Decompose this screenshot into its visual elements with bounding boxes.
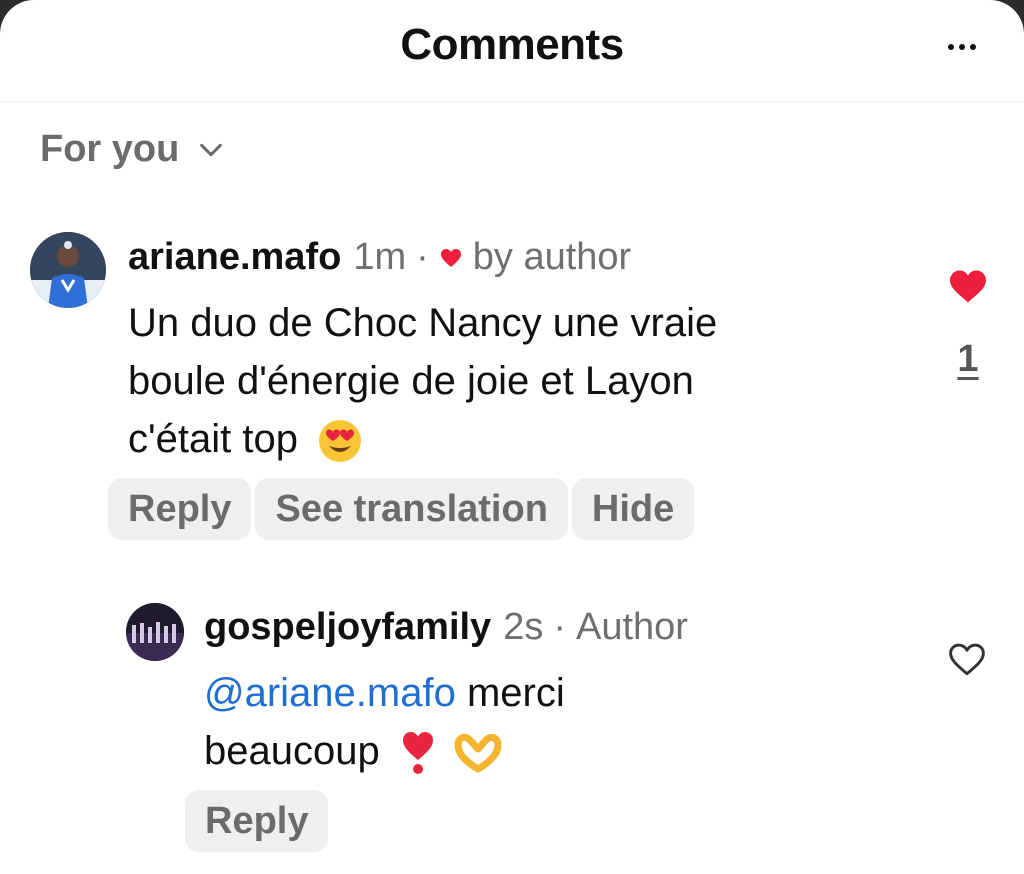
comment-meta: ariane.mafo 1m · by author: [128, 236, 631, 279]
mention-link[interactable]: @ariane.mafo: [204, 671, 456, 715]
reply-avatar[interactable]: [126, 603, 184, 661]
liked-by-author-heart-icon: [440, 248, 461, 267]
page-title: Comments: [400, 20, 624, 69]
heart-exclamation-emoji-icon: [402, 732, 433, 775]
reply-time: 2s: [503, 606, 544, 648]
avatar[interactable]: [30, 232, 106, 308]
reply-meta: gospeljoyfamily 2s · Author: [204, 606, 688, 649]
like-count[interactable]: 1: [950, 338, 986, 381]
comment-text-line: c'était top: [128, 417, 298, 461]
reply-button[interactable]: Reply: [185, 790, 329, 852]
reply-text-line-2: beaucoup: [204, 722, 764, 780]
reply-button[interactable]: Reply: [108, 478, 252, 540]
heart-hands-emoji-icon: [454, 734, 502, 773]
comment-text-line: Un duo de Choc Nancy une vraie: [128, 301, 718, 345]
more-options-icon[interactable]: [948, 44, 976, 50]
reply-text-line: beaucoup: [204, 729, 380, 773]
comment-time: 1m: [353, 236, 407, 278]
comments-header: Comments: [0, 0, 1024, 102]
separator-dot: ·: [416, 236, 429, 278]
heart-outline-icon[interactable]: [947, 641, 987, 677]
comment-text-line: boule d'énergie de joie et Layon: [128, 359, 694, 403]
author-badge: Author: [576, 606, 688, 648]
comments-sheet: Comments For you ariane.mafo 1m · by aut…: [0, 0, 1024, 874]
reply-username[interactable]: gospeljoyfamily: [204, 606, 491, 649]
hide-button[interactable]: Hide: [571, 478, 695, 540]
see-translation-button[interactable]: See translation: [255, 478, 568, 540]
comment-actions: Reply See translation Hide: [108, 478, 695, 540]
separator-dot: ·: [553, 606, 566, 648]
heart-eyes-emoji-icon: [319, 420, 362, 463]
filter-label: For you: [40, 128, 180, 170]
comment-username[interactable]: ariane.mafo: [128, 236, 341, 279]
liked-by-author-label: by author: [472, 236, 632, 278]
reply-text-line-1: @ariane.mafo merci: [204, 664, 764, 722]
chevron-down-icon: [200, 143, 223, 156]
heart-filled-icon[interactable]: [948, 268, 988, 304]
reply-text: @ariane.mafo merci beaucoup: [204, 664, 764, 780]
sort-filter-dropdown[interactable]: For you: [40, 128, 225, 171]
comment-text-line-3: c'était top: [128, 410, 888, 468]
reply-actions: Reply: [185, 790, 329, 852]
reply-text-after-mention: merci: [466, 671, 565, 715]
comment-text: Un duo de Choc Nancy une vraie boule d'é…: [128, 294, 888, 468]
